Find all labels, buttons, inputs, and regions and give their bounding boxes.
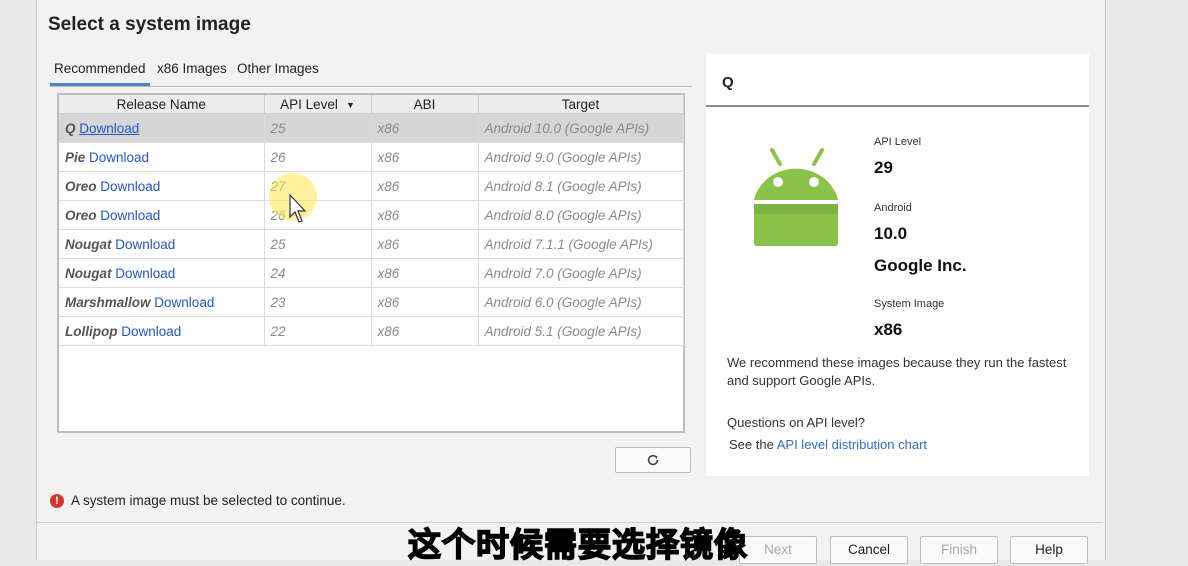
tab-recommended[interactable]: Recommended [50,60,150,86]
release-name: Oreo [65,207,97,223]
target-cell: Android 6.0 (Google APIs) [478,287,684,317]
error-message: A system image must be selected to conti… [71,493,346,508]
details-divider [706,105,1089,107]
download-link[interactable]: Download [100,179,160,194]
api-level-value: 29 [874,158,893,177]
vendor-value: Google Inc. [874,256,967,275]
release-name-cell: Nougat Download [59,229,265,259]
column-header-target[interactable]: Target [478,95,684,114]
table-row[interactable]: Nougat Download 24 x86 Android 7.0 (Google … [59,258,684,288]
download-link[interactable]: Download [100,208,160,223]
tab-bar: Recommended x86 Images Other Images [50,60,692,87]
target-cell: Android 7.0 (Google APIs) [478,258,684,288]
release-name: Nougat [65,265,112,281]
release-name: Oreo [65,178,97,194]
api-question-text: Questions on API level? [727,415,866,430]
release-name-cell: Nougat Download [59,258,265,288]
column-header-abi[interactable]: ABI [371,95,479,114]
see-chart-line: See the API level distribution chart [729,437,928,452]
release-name-cell: Oreo Download [59,200,265,230]
target-cell: Android 8.0 (Google APIs) [478,200,684,230]
target-cell: Android 8.1 (Google APIs) [478,171,684,201]
target-cell: Android 7.1.1 (Google APIs) [478,229,684,259]
download-link[interactable]: Download [154,295,214,310]
column-header-release-name[interactable]: Release Name [59,95,265,114]
abi-cell: x86 [371,171,479,201]
release-name-cell: Pie Download [59,142,265,172]
abi-cell: x86 [371,316,479,346]
abi-cell: x86 [371,142,479,172]
table-row[interactable]: Q Download 25 x86 Android 10.0 (Google APIs… [59,113,684,143]
release-name: Nougat [65,236,112,252]
api-level-cell: 22 [264,316,372,346]
system-image-value: x86 [874,320,903,339]
release-name: Marshmallow [65,294,151,310]
release-name: Pie [65,149,86,165]
release-name: Q [65,120,76,136]
api-level-cell: 26 [264,142,372,172]
abi-cell: x86 [371,287,479,317]
release-name-cell: Marshmallow Download [59,287,265,317]
android-robot-icon [754,148,838,246]
dialog-title: Select a system image [48,14,251,35]
api-level-cell: 24 [264,258,372,288]
image-details-panel: Q API Level 29 Android 10.0 Google Inc. … [706,54,1089,476]
table-row[interactable]: Nougat Download 25 x86 Android 7.1.1 (Googl… [59,229,684,259]
download-link[interactable]: Download [115,237,175,252]
abi-cell: x86 [371,258,479,288]
tab-x86-images[interactable]: x86 Images [153,60,231,78]
error-icon: ! [50,493,64,508]
abi-cell: x86 [371,113,479,143]
video-subtitle: 这个时候需要选择镜像 [407,524,748,565]
api-distribution-chart-link[interactable]: API level distribution chart [777,437,927,452]
api-level-label: API Level [874,136,922,148]
system-image-label: System Image [874,298,945,310]
release-name-cell: Lollipop Download [59,316,265,346]
column-header-api-level[interactable]: API Level ▼ [264,95,372,114]
target-cell: Android 5.1 (Google APIs) [478,316,684,346]
refresh-icon [647,454,659,466]
release-name: Lollipop [65,323,118,339]
table-row[interactable]: Oreo Download26x86Android 8.0 (Google AP… [59,200,684,230]
abi-cell: x86 [371,229,479,259]
recommend-text: We recommend these images because they r… [727,355,1067,388]
download-link[interactable]: Download [89,150,149,165]
refresh-button[interactable] [615,447,691,473]
api-level-cell: 25 [264,229,372,259]
target-cell: Android 10.0 (Google APIs) [478,113,684,143]
release-name-cell: Q Download [59,113,265,143]
release-name-cell: Oreo Download [59,171,265,201]
target-cell: Android 9.0 (Google APIs) [478,142,684,172]
android-label: Android [874,202,912,214]
mouse-pointer-icon [289,194,307,223]
table-header: Release Name API Level ▼ ABI Target [59,95,684,114]
download-link[interactable]: Download [79,121,139,136]
api-level-cell: 25 [264,113,372,143]
tab-other-images[interactable]: Other Images [233,60,323,78]
details-title: Q [722,74,734,91]
table-row[interactable]: Pie Download 26 x86 Android 9.0 (Google API… [59,142,684,172]
download-link[interactable]: Download [121,324,181,339]
api-level-cell: 23 [264,287,372,317]
validation-error: ! A system image must be selected to con… [50,493,346,508]
android-version-value: 10.0 [874,224,908,243]
system-image-table: Release Name API Level ▼ ABI Target Q Dow… [57,93,685,433]
sort-descending-icon: ▼ [345,99,355,110]
download-link[interactable]: Download [115,266,175,281]
abi-cell: x86 [371,200,479,230]
table-row[interactable]: Lollipop Download 22 x86 Android 5.1 (Googl… [59,316,684,346]
table-row[interactable]: Marshmallow Download 23 x86 Android 6.0 (Go… [59,287,684,317]
table-row[interactable]: Oreo Download27x86Android 8.1 (Google AP… [59,171,684,201]
